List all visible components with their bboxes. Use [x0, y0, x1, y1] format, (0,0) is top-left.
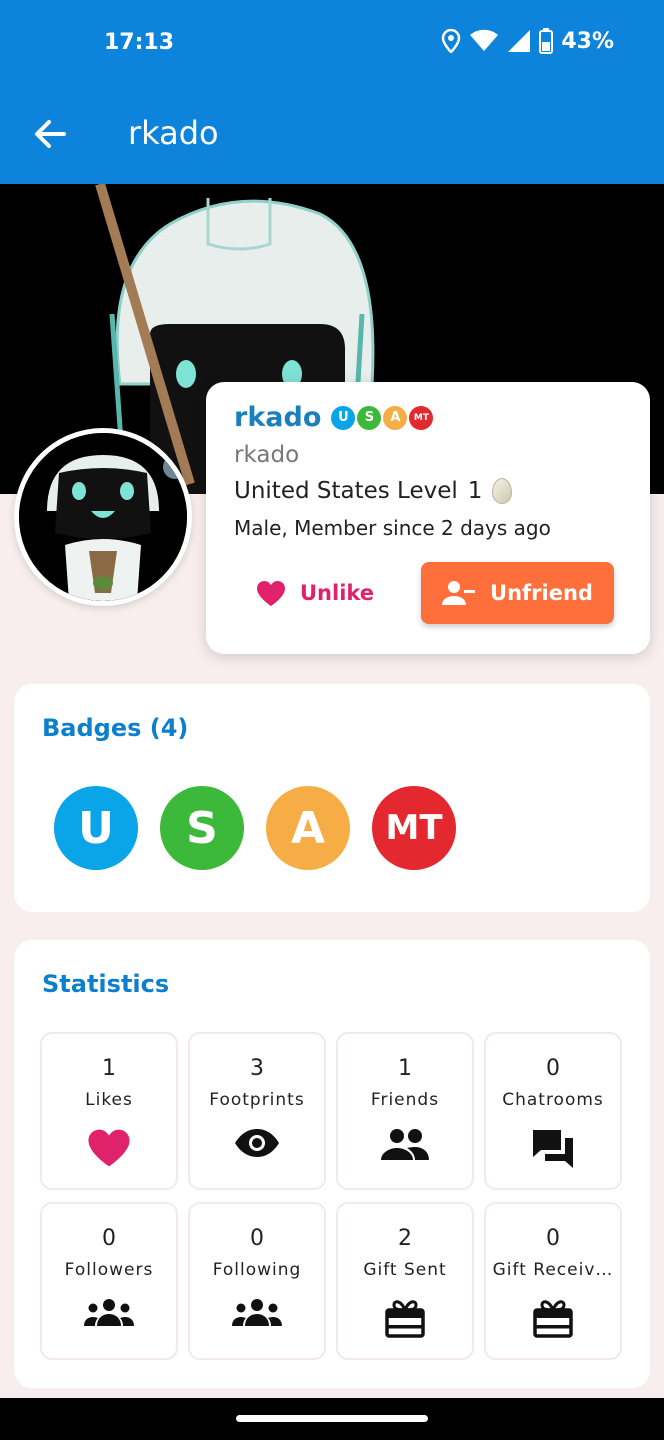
- mini-badge-s: S: [357, 405, 382, 430]
- home-gesture-handle[interactable]: [236, 1415, 428, 1422]
- signal-icon: [508, 30, 531, 52]
- stat-value: 1: [398, 1056, 412, 1081]
- mini-badges: U S A MT: [331, 405, 434, 430]
- badges-title: Badges (4): [42, 714, 189, 742]
- badge-a[interactable]: A: [266, 786, 350, 870]
- heart-icon: [257, 580, 285, 606]
- profile-meta: Male, Member since 2 days ago: [234, 516, 551, 540]
- groups-icon: [84, 1299, 134, 1326]
- unlike-label: Unlike: [300, 581, 375, 605]
- status-bar: 17:13 43%: [0, 0, 664, 88]
- stat-value: 0: [546, 1056, 560, 1081]
- stat-label: Following: [212, 1260, 302, 1280]
- stat-value: 0: [546, 1226, 560, 1251]
- egg-icon: [492, 478, 513, 504]
- stat-gift-received[interactable]: 0 Gift Receiv…: [484, 1202, 622, 1360]
- gift-icon: [533, 1300, 573, 1338]
- people-icon: [381, 1129, 429, 1160]
- app-bar: rkado: [0, 88, 664, 184]
- battery-percent: 43%: [561, 28, 614, 54]
- stat-value: 3: [250, 1056, 264, 1081]
- badges-card: Badges (4) U S A MT: [14, 684, 650, 912]
- level-text: United States Level: [234, 478, 458, 504]
- battery-icon: [539, 28, 554, 54]
- stat-value: 0: [102, 1226, 116, 1251]
- stat-friends[interactable]: 1 Friends: [336, 1032, 474, 1190]
- system-nav-bar: [0, 1398, 664, 1440]
- stat-label: Followers: [64, 1260, 154, 1280]
- statistics-grid: 1 Likes 3 Footprints 1 Friends 0 Chatroo…: [40, 1032, 622, 1360]
- robot-avatar-illustration: [19, 433, 187, 601]
- stat-label: Footprints: [209, 1090, 305, 1110]
- stat-chatrooms[interactable]: 0 Chatrooms: [484, 1032, 622, 1190]
- stat-label: Gift Receiv…: [492, 1260, 614, 1280]
- page-title: rkado: [128, 114, 219, 152]
- avatar-image: [19, 433, 187, 601]
- stat-label: Gift Sent: [363, 1260, 447, 1280]
- back-button[interactable]: [28, 112, 72, 156]
- stat-label: Friends: [370, 1090, 440, 1110]
- stat-following[interactable]: 0 Following: [188, 1202, 326, 1360]
- stat-followers[interactable]: 0 Followers: [40, 1202, 178, 1360]
- stat-value: 0: [250, 1226, 264, 1251]
- profile-level: United States Level 1: [234, 478, 513, 504]
- stat-value: 1: [102, 1056, 116, 1081]
- statistics-title: Statistics: [42, 970, 170, 998]
- groups-icon: [232, 1299, 282, 1326]
- chat-icon: [533, 1130, 573, 1168]
- profile-card: rkado U S A MT rkado United States Level…: [206, 382, 650, 654]
- stat-label: Chatrooms: [502, 1090, 604, 1110]
- status-icons: 43%: [441, 28, 614, 54]
- arrow-left-icon: [35, 120, 66, 148]
- unfriend-button[interactable]: Unfriend: [421, 562, 614, 624]
- profile-username: rkado: [234, 442, 300, 468]
- stat-gift-sent[interactable]: 2 Gift Sent: [336, 1202, 474, 1360]
- stat-value: 2: [398, 1226, 412, 1251]
- stat-likes[interactable]: 1 Likes: [40, 1032, 178, 1190]
- level-number: 1: [467, 478, 483, 504]
- profile-display-name: rkado: [234, 402, 322, 433]
- eye-icon: [235, 1129, 279, 1157]
- avatar[interactable]: [14, 428, 192, 606]
- wifi-icon: [470, 29, 499, 51]
- profile-name-row: rkado U S A MT: [234, 402, 434, 433]
- badge-mt[interactable]: MT: [372, 786, 456, 870]
- badges-list: U S A MT: [54, 786, 456, 870]
- badge-u[interactable]: U: [54, 786, 138, 870]
- mini-badge-u: U: [331, 405, 356, 430]
- statistics-card: Statistics 1 Likes 3 Footprints 1 Friend…: [14, 940, 650, 1388]
- unfriend-label: Unfriend: [490, 581, 593, 605]
- person-remove-icon: [442, 581, 476, 605]
- gift-icon: [385, 1300, 425, 1338]
- mini-badge-a: A: [383, 405, 408, 430]
- badge-s[interactable]: S: [160, 786, 244, 870]
- stat-label: Likes: [85, 1090, 133, 1110]
- location-icon: [442, 29, 461, 53]
- stat-footprints[interactable]: 3 Footprints: [188, 1032, 326, 1190]
- unlike-button[interactable]: Unlike: [256, 562, 374, 624]
- heart-icon: [88, 1129, 130, 1167]
- status-time: 17:13: [104, 30, 175, 55]
- mini-badge-mt: MT: [409, 405, 434, 430]
